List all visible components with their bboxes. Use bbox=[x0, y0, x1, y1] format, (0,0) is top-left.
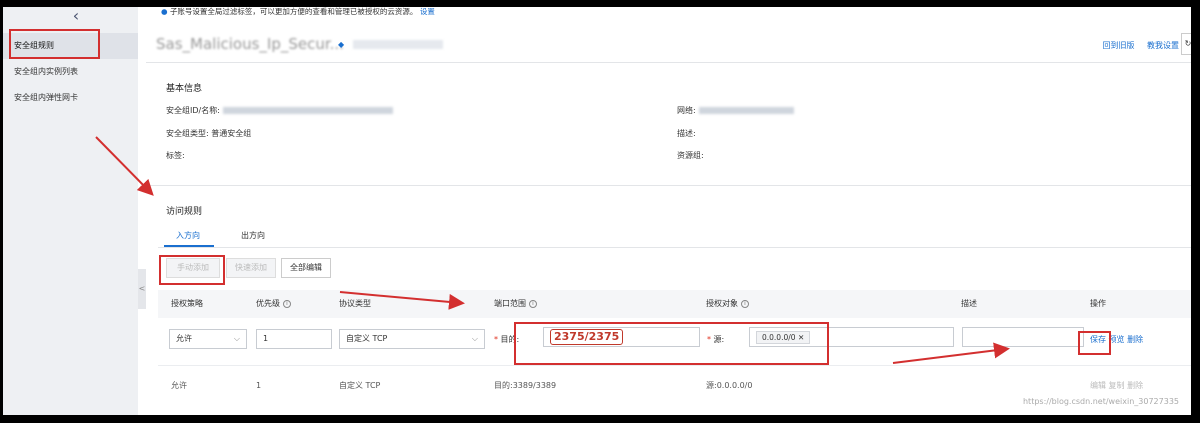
info-icon[interactable]: i bbox=[741, 299, 749, 308]
port-cell: 目的:3389/3389 bbox=[494, 381, 557, 390]
divider bbox=[146, 62, 1191, 63]
sidebar: ‹ 安全组规则 安全组内实例列表 安全组内弹性网卡 bbox=[3, 7, 138, 415]
refresh-button[interactable]: ↻ bbox=[1181, 33, 1191, 55]
header-links: 回到旧版 教我设置 bbox=[1092, 40, 1179, 51]
watermark: https://blog.csdn.net/weixin_30727335 bbox=[1022, 397, 1179, 406]
rules-table-header: 授权策略 优先级 i 协议类型 端口范围 i 授权对象 i 描述 操作 bbox=[158, 290, 1191, 318]
tags-field: 标签: bbox=[166, 151, 185, 160]
description-input[interactable] bbox=[962, 327, 1084, 347]
security-group-id-field: 安全组ID/名称: bbox=[166, 105, 393, 116]
column-header: 授权策略 bbox=[171, 299, 203, 308]
info-icon[interactable]: i bbox=[529, 299, 537, 308]
source-cell: 源:0.0.0.0/0 bbox=[706, 381, 753, 390]
title-tag bbox=[353, 40, 443, 49]
chevron-down-icon: ⌵ bbox=[471, 334, 478, 343]
policy-cell: 允许 bbox=[171, 381, 187, 390]
chevron-down-icon: ⌵ bbox=[233, 334, 240, 343]
column-header: 描述 bbox=[961, 299, 977, 308]
info-icon: ● bbox=[161, 7, 168, 16]
sidebar-item-instances[interactable]: 安全组内实例列表 bbox=[3, 59, 138, 85]
sidebar-item-eni[interactable]: 安全组内弹性网卡 bbox=[3, 85, 138, 111]
notice-text: 子账号设置全局过滤标签，可以更加方便的查看和管理已被授权的云资源。 bbox=[169, 7, 418, 16]
delete-link[interactable]: 删除 bbox=[1127, 381, 1143, 390]
copy-link[interactable]: 复制 bbox=[1109, 381, 1125, 390]
edit-link[interactable]: 编辑 bbox=[1090, 381, 1106, 390]
protocol-cell: 自定义 TCP bbox=[339, 381, 381, 390]
redacted-id bbox=[222, 107, 393, 114]
network-field: 网络: bbox=[677, 105, 794, 116]
protocol-select[interactable]: 自定义 TCP ⌵ bbox=[339, 329, 485, 349]
security-group-type-field: 安全组类型: 普通安全组 bbox=[166, 129, 252, 138]
page-title: Sas_Malicious_Ip_Secur... bbox=[156, 35, 344, 53]
priority-input[interactable]: 1 bbox=[256, 329, 332, 349]
annotation-box bbox=[9, 29, 100, 59]
priority-cell: 1 bbox=[256, 381, 262, 390]
divider bbox=[146, 185, 1191, 186]
sidebar-collapse-handle[interactable]: < bbox=[138, 269, 146, 309]
tab-divider bbox=[158, 247, 1191, 248]
edit-tag-icon[interactable]: ◆ bbox=[338, 40, 344, 49]
edit-all-button[interactable]: 全部编辑 bbox=[281, 258, 331, 278]
basic-info-heading: 基本信息 bbox=[166, 84, 203, 94]
annotation-box bbox=[514, 322, 829, 365]
tab-outbound[interactable]: 出方向 bbox=[241, 230, 265, 241]
column-header: 协议类型 bbox=[339, 299, 371, 308]
back-to-old-link[interactable]: 回到旧版 bbox=[1102, 41, 1134, 50]
back-chevron-icon[interactable]: ‹ bbox=[67, 8, 85, 26]
notice-settings-link[interactable]: 设置 bbox=[420, 7, 435, 16]
tab-inbound[interactable]: 入方向 bbox=[176, 230, 200, 241]
description-field: 描述: bbox=[677, 129, 696, 138]
access-rules-heading: 访问规则 bbox=[166, 207, 203, 217]
annotation-box bbox=[159, 255, 225, 285]
policy-select[interactable]: 允许 ⌵ bbox=[169, 329, 247, 349]
console-window: ‹ 安全组规则 安全组内实例列表 安全组内弹性网卡 < ● 子账号设置全局过滤标… bbox=[3, 7, 1191, 415]
info-icon[interactable]: i bbox=[283, 299, 291, 308]
annotation-box bbox=[1078, 331, 1111, 355]
tutorial-link[interactable]: 教我设置 bbox=[1147, 41, 1179, 50]
quick-add-button[interactable]: 快速添加 bbox=[226, 258, 276, 278]
delete-link[interactable]: 删除 bbox=[1127, 335, 1143, 344]
resource-group-field: 资源组: bbox=[677, 151, 704, 160]
notice-bar: ● 子账号设置全局过滤标签，可以更加方便的查看和管理已被授权的云资源。 设置 bbox=[161, 7, 435, 19]
column-header: 操作 bbox=[1090, 299, 1106, 308]
column-header: 优先级 i bbox=[256, 290, 291, 318]
column-header: 授权对象 i bbox=[706, 290, 749, 318]
redacted-network bbox=[698, 107, 794, 114]
column-header: 端口范围 i bbox=[494, 290, 537, 318]
